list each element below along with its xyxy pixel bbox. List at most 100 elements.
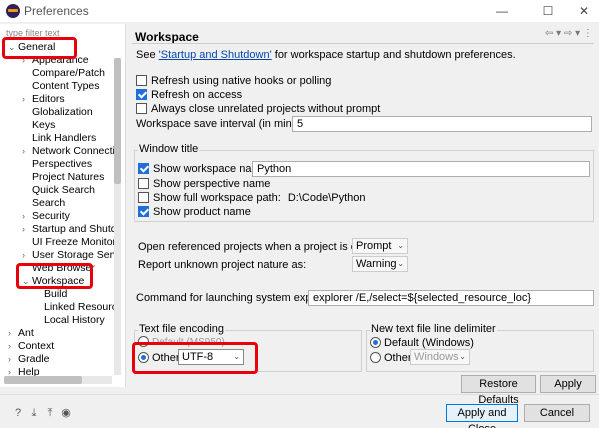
checkbox-box[interactable] <box>136 75 147 86</box>
tree-item-label: Search <box>32 197 66 209</box>
collapsed-arrow-icon[interactable]: › <box>22 223 32 236</box>
apply-and-close-button[interactable]: Apply and Close <box>446 404 518 428</box>
tree-item[interactable]: Quick Search <box>8 184 114 197</box>
checkbox-label: Refresh using native hooks or polling <box>151 75 332 87</box>
default-delimiter-radio[interactable]: Default (Windows) <box>370 336 474 350</box>
show-perspective-name-checkbox[interactable]: Show perspective name <box>138 177 270 191</box>
tree-item-label: Security <box>32 210 70 222</box>
tree-item[interactable]: ›User Storage Servic <box>8 249 114 262</box>
collapsed-arrow-icon[interactable]: › <box>22 145 32 158</box>
tree-item[interactable]: Perspectives <box>8 158 114 171</box>
tree-item[interactable]: › Context <box>8 340 114 353</box>
tree-item[interactable]: › Ant <box>8 327 114 340</box>
checkbox-box[interactable] <box>138 178 149 189</box>
oomph-icon[interactable]: ◉ <box>59 406 73 420</box>
show-product-name-checkbox[interactable]: Show product name <box>138 205 251 219</box>
radio-label: Default (Windows) <box>384 337 474 349</box>
chevron-down-icon: ⌄ <box>397 259 404 268</box>
help-icon[interactable]: ? <box>11 406 25 420</box>
tree-item[interactable]: Compare/Patch <box>8 67 114 80</box>
tree-item-label: Editors <box>32 93 65 105</box>
checkbox-box[interactable] <box>136 103 147 114</box>
explorer-command-input[interactable]: explorer /E,/select=${selected_resource_… <box>308 290 594 306</box>
tree-item[interactable]: Linked Resource <box>8 301 114 314</box>
checkbox-label: Refresh on access <box>151 89 243 101</box>
collapsed-arrow-icon[interactable]: › <box>8 353 18 366</box>
tree-item-label: Context <box>18 340 55 352</box>
tree-item-label: UI Freeze Monitori <box>32 236 114 248</box>
tree-item-label: Globalization <box>32 106 93 118</box>
tree-item[interactable]: UI Freeze Monitori <box>8 236 114 249</box>
tree-item-label: Linked Resource <box>44 301 114 313</box>
open-referenced-select[interactable]: Prompt ⌄ <box>352 238 408 254</box>
show-workspace-name-checkbox[interactable]: Show workspace name: <box>138 162 270 176</box>
tree-item[interactable]: › Startup and Shutdo <box>8 223 114 236</box>
show-full-path-checkbox[interactable]: Show full workspace path: D:\Code\Python <box>138 191 366 205</box>
collapsed-arrow-icon[interactable]: › <box>22 249 32 262</box>
tree-item[interactable]: Keys <box>8 119 114 132</box>
tree-item[interactable]: › Network Connectio <box>8 145 114 158</box>
tree-item-label: Build <box>44 288 68 300</box>
radio-circle[interactable] <box>370 352 381 363</box>
footer-separator <box>0 394 599 395</box>
checkbox-label: Show full workspace path: <box>153 192 281 204</box>
tree-item[interactable]: Search <box>8 197 114 210</box>
tree-item-label: Local History <box>44 314 105 326</box>
checkbox-box[interactable] <box>138 163 149 174</box>
unknown-nature-select[interactable]: Warning ⌄ <box>352 256 408 272</box>
tree-item-label: Project Natures <box>32 171 105 183</box>
unknown-nature-value: Warning <box>356 258 397 270</box>
startup-shutdown-link[interactable]: 'Startup and Shutdown' <box>159 49 272 61</box>
eclipse-logo-icon <box>6 4 20 18</box>
tree-item[interactable]: Globalization <box>8 106 114 119</box>
cancel-button[interactable]: Cancel <box>524 404 590 422</box>
workspace-name-input[interactable]: Python <box>252 161 590 177</box>
radio-circle[interactable] <box>370 337 381 348</box>
tree-item[interactable]: › Security <box>8 210 114 223</box>
collapsed-arrow-icon[interactable]: › <box>8 340 18 353</box>
tree-item-label: Keys <box>32 119 56 131</box>
import-icon[interactable]: ⤓ <box>27 406 41 420</box>
refresh-native-hooks-checkbox[interactable]: Refresh using native hooks or polling <box>136 74 331 88</box>
close-unrelated-projects-checkbox[interactable]: Always close unrelated projects without … <box>136 102 380 116</box>
history-nav-icons[interactable]: ⇦ ▾ ⇨ ▾ ⋮ <box>545 28 593 39</box>
tree-item[interactable]: Project Natures <box>8 171 114 184</box>
tree-vertical-scroll-thumb[interactable] <box>114 58 121 184</box>
export-icon[interactable]: ⤒ <box>43 406 57 420</box>
checkbox-box[interactable] <box>136 89 147 100</box>
refresh-on-access-checkbox[interactable]: Refresh on access <box>136 88 242 102</box>
apply-button[interactable]: Apply <box>540 375 596 393</box>
tree-horizontal-scroll-thumb[interactable] <box>4 376 82 384</box>
text-encoding-heading: Text file encoding <box>138 323 225 335</box>
tree-item[interactable]: Local History <box>8 314 114 327</box>
delimiter-value: Windows <box>414 351 459 363</box>
tree-item[interactable]: Build <box>8 288 114 301</box>
checkbox-label: Show product name <box>153 206 251 218</box>
tree-item[interactable]: Content Types <box>8 80 114 93</box>
collapsed-arrow-icon[interactable]: › <box>22 93 32 106</box>
collapsed-arrow-icon[interactable]: › <box>22 210 32 223</box>
page-title: Workspace <box>135 30 199 44</box>
window-title: Preferences <box>24 4 89 18</box>
maximize-icon[interactable]: ☐ <box>540 3 556 19</box>
note-prefix: See <box>136 49 159 61</box>
other-delimiter-radio[interactable]: Other: <box>370 351 415 365</box>
tree-item-label: Startup and Shutdo <box>32 223 114 235</box>
tree-item-label: Content Types <box>32 80 100 92</box>
save-interval-input[interactable]: 5 <box>292 116 592 132</box>
header-separator <box>132 43 594 44</box>
minimize-icon[interactable]: — <box>494 3 510 19</box>
tree-item[interactable]: Link Handlers <box>8 132 114 145</box>
delimiter-select[interactable]: Windows ⌄ <box>410 349 470 365</box>
close-icon[interactable]: ✕ <box>576 3 592 19</box>
tree-item[interactable]: › Gradle <box>8 353 114 366</box>
checkbox-box[interactable] <box>138 206 149 217</box>
tree-item-label: Network Connectio <box>32 145 114 157</box>
general-highlight-box <box>2 37 77 59</box>
collapsed-arrow-icon[interactable]: › <box>8 327 18 340</box>
tree-item[interactable]: › Editors <box>8 93 114 106</box>
restore-defaults-button[interactable]: Restore Defaults <box>461 375 536 406</box>
checkbox-box[interactable] <box>138 192 149 203</box>
explorer-command-label: Command for launching system explorer: <box>136 292 337 304</box>
tree-item-label: Link Handlers <box>32 132 97 144</box>
